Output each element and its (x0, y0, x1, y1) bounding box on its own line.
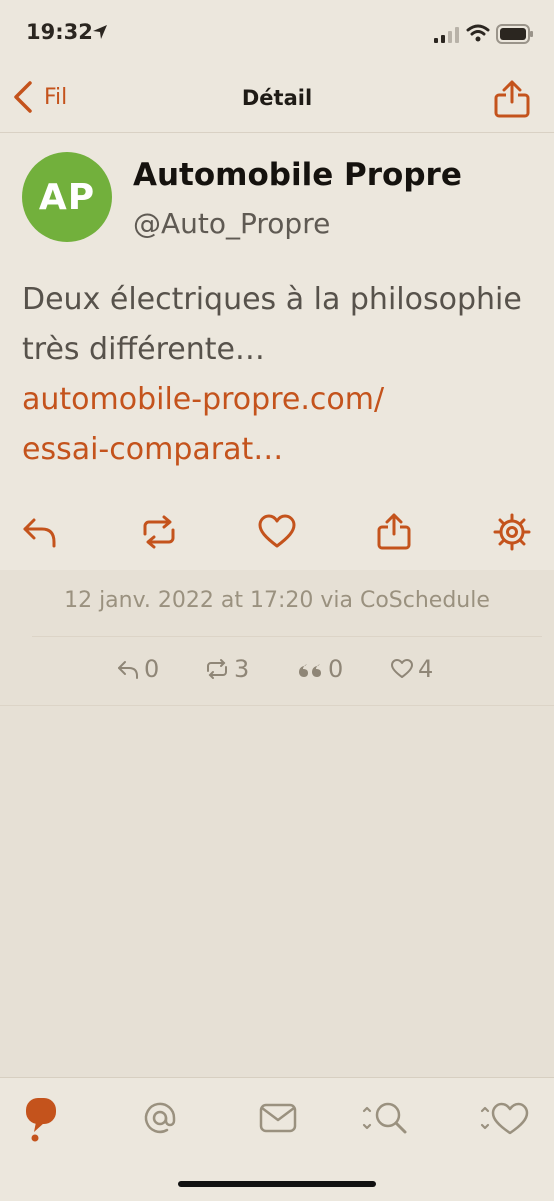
reply-count[interactable]: 0 (116, 655, 159, 683)
reply-icon (23, 518, 56, 548)
like-button[interactable] (255, 510, 299, 554)
tweet-body: Deux électriques à la philosophie très d… (22, 282, 522, 367)
location-arrow-icon (93, 25, 107, 39)
home-indicator (178, 1181, 376, 1187)
like-count-value: 4 (418, 655, 434, 683)
tweet-text: Deux électriques à la philosophie très d… (22, 275, 542, 475)
quote-icon (299, 664, 321, 677)
engagement-counts: 0 3 0 4 (0, 655, 554, 687)
reply-button[interactable] (18, 510, 62, 554)
retweet-count[interactable]: 3 (204, 655, 249, 683)
favorites-heart-icon (480, 1102, 529, 1135)
retweet-count-value: 3 (234, 655, 250, 683)
messages-envelope-icon (259, 1103, 297, 1133)
mentions-at-icon (144, 1102, 176, 1134)
wifi-icon (466, 24, 490, 42)
author-handle[interactable]: @Auto_Propre (133, 207, 330, 240)
divider (32, 636, 542, 637)
reply-count-value: 0 (144, 655, 160, 683)
page-title: Détail (241, 86, 313, 110)
tab-favorites[interactable] (474, 1093, 534, 1143)
tab-messages[interactable] (248, 1093, 308, 1143)
tweet-actions (0, 510, 554, 566)
heart-icon (391, 659, 413, 678)
tweet-link[interactable]: automobile-propre.com/essai-comparat… (22, 382, 384, 467)
share-button[interactable] (372, 510, 416, 554)
gear-icon (493, 513, 531, 551)
reply-icon (118, 661, 138, 679)
divider (0, 705, 554, 706)
tab-mentions[interactable] (130, 1093, 190, 1143)
quote-count[interactable]: 0 (296, 655, 343, 683)
heart-icon (258, 514, 296, 548)
timeline-bubble-icon (26, 1098, 56, 1142)
share-icon (377, 513, 411, 550)
like-count[interactable]: 4 (390, 655, 433, 683)
retweet-icon (207, 659, 227, 679)
author-name[interactable]: Automobile Propre (133, 157, 462, 193)
search-icon (362, 1102, 407, 1134)
share-icon[interactable] (492, 78, 532, 120)
tab-search[interactable] (356, 1093, 416, 1143)
retweet-icon (143, 515, 175, 549)
settings-button[interactable] (490, 510, 534, 554)
battery-icon (496, 24, 533, 44)
tab-timeline[interactable] (12, 1093, 72, 1143)
tweet-date: 12 janv. 2022 at 17:20 via CoSchedule (64, 588, 490, 613)
signal-icon (434, 27, 459, 43)
retweet-button[interactable] (137, 510, 181, 554)
status-time: 19:32 (26, 20, 93, 44)
quote-count-value: 0 (328, 655, 344, 683)
avatar[interactable]: AP (22, 152, 112, 242)
